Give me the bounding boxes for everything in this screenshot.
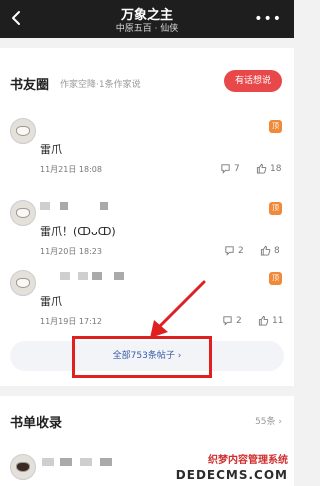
like-count[interactable]: 8 xyxy=(260,245,280,256)
like-count-label: 11 xyxy=(272,315,284,326)
blurred-username xyxy=(40,202,50,210)
comment-count-label: 2 xyxy=(236,315,242,326)
book-subtitle: 中原五百 · 仙侠 xyxy=(115,24,179,34)
watermark-line1: 织梦内容管理系统 xyxy=(208,455,288,466)
avatar[interactable] xyxy=(10,454,36,480)
post-button[interactable]: 有话想说 xyxy=(224,70,282,92)
comment-count[interactable]: 2 xyxy=(222,315,242,326)
pinned-badge: 顶 xyxy=(269,120,282,133)
section-subtitle: 作家空降·1条作家说 xyxy=(60,80,141,90)
post-content: 雷爪！(ↀᴗↀ) xyxy=(40,225,116,238)
blurred-username xyxy=(60,202,68,210)
comment-count-label: 2 xyxy=(238,245,244,256)
avatar[interactable] xyxy=(10,270,36,296)
section-title: 书单收录 xyxy=(10,416,63,431)
comment-icon xyxy=(225,246,234,256)
post-date: 11月20日 18:23 xyxy=(40,247,102,256)
thumbs-up-icon xyxy=(260,245,271,256)
avatar[interactable] xyxy=(10,118,36,144)
more-menu-icon[interactable]: ••• xyxy=(254,11,282,27)
blurred-username xyxy=(42,458,54,466)
blurred-username xyxy=(114,272,124,280)
blurred-username xyxy=(100,202,108,210)
blurred-username xyxy=(100,458,112,466)
booklist-count[interactable]: 55条 › xyxy=(255,414,282,427)
watermark-line2: DEDECMS.COM xyxy=(175,468,288,482)
comment-icon xyxy=(221,164,230,174)
post-date: 11月19日 17:12 xyxy=(40,317,102,326)
thumbs-up-icon xyxy=(256,163,267,174)
section-title: 书友圈 xyxy=(10,78,50,93)
comment-count-label: 7 xyxy=(234,163,240,174)
pinned-badge: 顶 xyxy=(269,272,282,285)
like-count-label: 8 xyxy=(274,245,280,256)
thumbs-up-icon xyxy=(258,315,269,326)
post-date: 11月21日 18:08 xyxy=(40,165,102,174)
top-bar: 万象之主 中原五百 · 仙侠 ••• xyxy=(0,0,294,38)
comment-count[interactable]: 7 xyxy=(220,163,240,174)
pinned-badge: 顶 xyxy=(269,202,282,215)
blurred-username xyxy=(60,458,72,466)
book-friends-circle: 书友圈 作家空降·1条作家说 有话想说 顶 雷爪 11月21日 18:08 7 … xyxy=(0,48,294,386)
avatar[interactable] xyxy=(10,200,36,226)
annotation-arrow-icon xyxy=(150,280,206,338)
blurred-username xyxy=(92,272,102,280)
post-item[interactable]: 顶 雷爪！(ↀᴗↀ) 11月20日 18:23 2 8 xyxy=(0,200,294,268)
post-item[interactable]: 顶 雷爪 11月21日 18:08 7 18 xyxy=(0,118,294,186)
like-count[interactable]: 11 xyxy=(258,315,283,326)
blurred-username xyxy=(78,272,88,280)
comment-icon xyxy=(223,316,232,326)
like-count-label: 18 xyxy=(270,163,282,174)
blurred-username xyxy=(60,272,70,280)
like-count[interactable]: 18 xyxy=(256,163,281,174)
comment-count[interactable]: 2 xyxy=(224,245,244,256)
post-content: 雷爪 xyxy=(40,295,62,308)
blurred-username xyxy=(80,458,92,466)
post-content: 雷爪 xyxy=(40,143,62,156)
